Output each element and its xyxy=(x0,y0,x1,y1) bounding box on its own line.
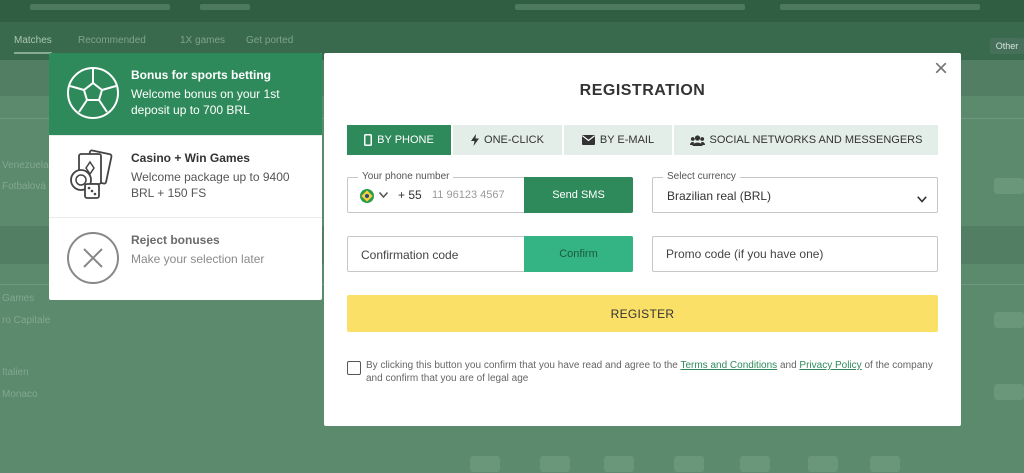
tab-label: SOCIAL NETWORKS AND MESSENGERS xyxy=(709,134,923,146)
background-row-text: Monaco xyxy=(2,389,38,400)
lightning-icon xyxy=(471,134,480,146)
tab-one-click[interactable]: ONE-CLICK xyxy=(453,125,564,155)
bonus-option-sports[interactable]: Bonus for sports betting Welcome bonus o… xyxy=(49,53,322,135)
reject-x-icon xyxy=(65,230,121,286)
background-row-text: Venezuela xyxy=(2,160,49,171)
currency-label: Select currency xyxy=(663,171,740,183)
soccer-ball-icon xyxy=(65,65,121,121)
bonus-option-casino[interactable]: Casino + Win Games Welcome package up to… xyxy=(49,135,322,217)
terms-link[interactable]: Terms and Conditions xyxy=(680,360,777,371)
tab-by-phone[interactable]: BY PHONE xyxy=(347,125,453,155)
bonus-description: Make your selection later xyxy=(131,252,265,266)
chevron-down-icon[interactable] xyxy=(378,187,389,201)
dial-code: + 55 xyxy=(398,188,422,202)
people-icon xyxy=(689,134,705,146)
registration-modal: × REGISTRATION BY PHONE ONE-CLICK BY E-M… xyxy=(324,53,961,426)
bonus-selection-panel: Bonus for sports betting Welcome bonus o… xyxy=(49,53,322,300)
background-tab: Get ported xyxy=(246,35,294,46)
bonus-title: Casino + Win Games xyxy=(131,151,250,165)
close-icon[interactable]: × xyxy=(929,57,953,81)
envelope-icon xyxy=(581,135,595,145)
privacy-policy-link[interactable]: Privacy Policy xyxy=(799,360,861,371)
background-tab: Recommended xyxy=(78,35,146,46)
bonus-title: Bonus for sports betting xyxy=(131,68,271,82)
casino-cards-icon xyxy=(65,148,121,204)
modal-title: REGISTRATION xyxy=(579,82,706,99)
agreement-prefix: By clicking this button you confirm that… xyxy=(366,360,681,371)
agreement-middle: and xyxy=(777,360,800,371)
bonus-description: Welcome bonus on your 1st deposit up to … xyxy=(131,87,280,117)
agreement-checkbox[interactable] xyxy=(347,361,361,375)
confirm-button[interactable]: Confirm xyxy=(524,236,633,272)
registration-tabs: BY PHONE ONE-CLICK BY E-MAIL SOCIAL NETW… xyxy=(347,125,938,155)
currency-value: Brazilian real (BRL) xyxy=(667,189,772,203)
bonus-description: Welcome package up to 9400 BRL + 150 FS xyxy=(131,170,290,200)
bonus-option-reject[interactable]: Reject bonuses Make your selection later xyxy=(49,217,322,299)
background-tab: Matches xyxy=(14,35,52,54)
phone-icon xyxy=(364,134,373,146)
background-row-text: Fotbalová xyxy=(2,181,46,192)
tab-label: ONE-CLICK xyxy=(484,134,544,146)
chevron-down-icon xyxy=(917,190,927,208)
tab-by-email[interactable]: BY E-MAIL xyxy=(564,125,674,155)
send-sms-button[interactable]: Send SMS xyxy=(524,177,633,213)
tab-label: BY PHONE xyxy=(377,134,434,146)
tab-label: BY E-MAIL xyxy=(599,134,655,146)
agreement-text: By clicking this button you confirm that… xyxy=(366,359,941,385)
tab-social-networks[interactable]: SOCIAL NETWORKS AND MESSENGERS xyxy=(674,125,938,155)
phone-number-label: Your phone number xyxy=(358,171,454,183)
brazil-flag-icon[interactable] xyxy=(360,189,374,203)
register-button[interactable]: REGISTER xyxy=(347,295,938,332)
bonus-title: Reject bonuses xyxy=(131,233,220,247)
background-row-text: ro Capitale xyxy=(2,315,51,326)
phone-input[interactable] xyxy=(432,185,522,205)
confirmation-code-field: Confirm xyxy=(347,236,633,272)
background-tab: 1X games xyxy=(180,35,226,46)
background-row-text: Italien xyxy=(2,367,29,378)
background-row-text: Games xyxy=(2,293,35,304)
confirmation-code-input[interactable] xyxy=(361,245,521,265)
phone-number-field: Your phone number + 55 Send SMS xyxy=(347,171,633,213)
currency-select[interactable]: Select currency Brazilian real (BRL) xyxy=(652,171,938,213)
background-other-tooltip: Other xyxy=(990,38,1024,54)
promo-code-input[interactable] xyxy=(652,236,938,272)
background-top-bar xyxy=(0,0,1024,22)
